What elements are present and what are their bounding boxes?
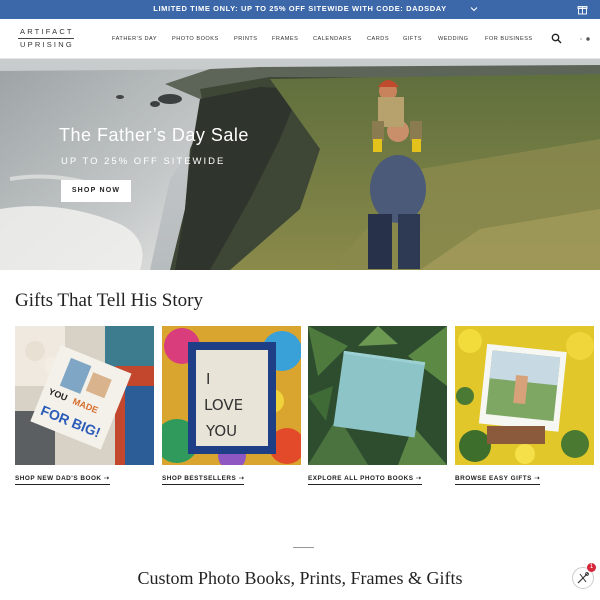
shop-new-dads-book-link[interactable]: SHOP NEW DAD'S BOOK ➝ (15, 474, 110, 485)
rewards-badge: 1 (587, 563, 596, 572)
hero-subtitle: UP TO 25% OFF SITEWIDE (61, 156, 226, 167)
nav-frames[interactable]: FRAMES (272, 36, 298, 42)
logo-top-text: ARTIFACT (20, 27, 74, 36)
hero-banner[interactable]: The Father’s Day Sale UP TO 25% OFF SITE… (0, 59, 600, 270)
promo-bar[interactable]: LIMITED TIME ONLY: UP TO 25% OFF SITEWID… (0, 0, 600, 19)
nav-prints[interactable]: PRINTS (234, 36, 258, 42)
section-divider (293, 547, 314, 548)
svg-text:YOU: YOU (205, 422, 237, 440)
browse-easy-gifts-link[interactable]: BROWSE EASY GIFTS ➝ (455, 474, 541, 485)
gift-icon[interactable] (577, 4, 588, 15)
card-bestsellers-image[interactable]: I LOVE YOU (162, 326, 301, 465)
nav-for-business[interactable]: FOR BUSINESS (485, 36, 533, 42)
nav-fathers-day[interactable]: FATHER'S DAY (112, 36, 157, 42)
promo-text: LIMITED TIME ONLY: UP TO 25% OFF SITEWID… (153, 4, 447, 13)
nav-photo-books[interactable]: PHOTO BOOKS (172, 36, 219, 42)
nav-cards[interactable]: CARDS (367, 36, 389, 42)
card-dads-book-image[interactable]: YOU MADE FOR BIG! (15, 326, 154, 465)
site-header: ARTIFACT UPRISING FATHER'S DAY PHOTO BOO… (0, 19, 600, 59)
logo-divider (18, 38, 74, 39)
shop-bestsellers-link[interactable]: SHOP BESTSELLERS ➝ (162, 474, 245, 485)
nav-gifts[interactable]: GIFTS (403, 36, 422, 42)
hero-title: The Father’s Day Sale (59, 125, 249, 145)
card-easy-gifts-image[interactable] (455, 326, 594, 465)
bottom-section-title: Custom Photo Books, Prints, Frames & Gif… (137, 568, 463, 588)
search-icon[interactable] (551, 33, 562, 44)
logo[interactable]: ARTIFACT UPRISING (18, 27, 76, 51)
explore-photo-books-link[interactable]: EXPLORE ALL PHOTO BOOKS ➝ (308, 474, 422, 485)
svg-text:LOVE: LOVE (204, 396, 243, 414)
shop-now-button[interactable]: SHOP NOW (61, 180, 131, 202)
chevron-down-icon[interactable] (469, 4, 479, 14)
svg-text:I: I (206, 370, 210, 388)
gifts-section-title: Gifts That Tell His Story (15, 290, 203, 311)
logo-bottom-text: UPRISING (20, 40, 74, 49)
nav-wedding[interactable]: WEDDING (438, 36, 469, 42)
account-icon[interactable] (578, 36, 592, 42)
card-photo-books-image[interactable] (308, 326, 447, 465)
nav-calendars[interactable]: CALENDARS (313, 36, 352, 42)
